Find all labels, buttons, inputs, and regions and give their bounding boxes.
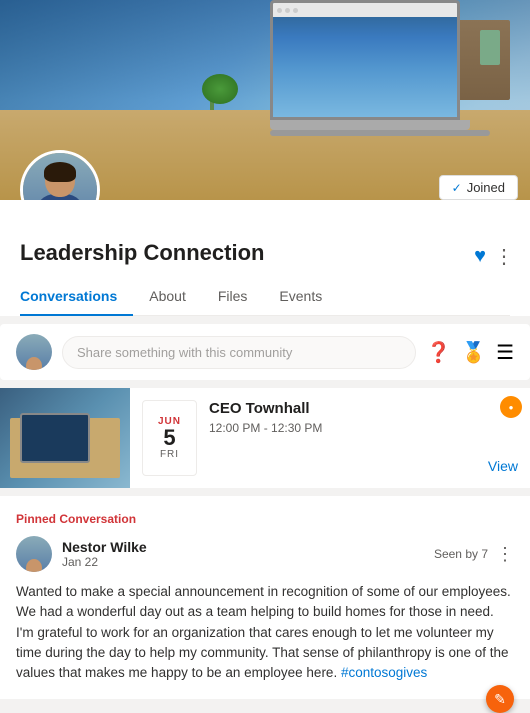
action-icons: ♥ ⋮: [474, 244, 514, 269]
event-card: JUN 5 FRI CEO Townhall 12:00 PM - 12:30 …: [0, 388, 530, 488]
avatar-inner: [23, 153, 97, 200]
author-info: Nestor Wilke Jan 22: [62, 539, 147, 569]
joined-button[interactable]: ✓ Joined: [439, 175, 518, 200]
compose-button[interactable]: ✎: [486, 685, 514, 713]
pin-icon[interactable]: 🏅: [461, 340, 486, 365]
hashtag-link[interactable]: #contosogives: [341, 665, 427, 680]
post-body: Wanted to make a special announcement in…: [16, 582, 514, 683]
avatar: [20, 150, 100, 200]
pinned-label: Pinned Conversation: [16, 512, 514, 526]
avatar-head: [45, 162, 75, 197]
tab-files[interactable]: Files: [202, 278, 264, 316]
check-icon: ✓: [452, 181, 462, 195]
tab-about[interactable]: About: [133, 278, 202, 316]
community-title: Leadership Connection: [20, 240, 510, 266]
event-date-box: JUN 5 FRI: [142, 400, 197, 476]
avatar-mini-head: [26, 357, 42, 370]
live-icon: ●: [509, 403, 514, 412]
share-bar: Share something with this community ❓ 🏅 …: [0, 324, 530, 380]
tab-conversations[interactable]: Conversations: [20, 278, 133, 316]
more-options-icon[interactable]: ⋮: [494, 244, 514, 269]
heart-icon[interactable]: ♥: [474, 245, 486, 268]
post-more-icon[interactable]: ⋮: [496, 544, 514, 565]
author-head: [26, 559, 42, 572]
event-row: JUN 5 FRI CEO Townhall 12:00 PM - 12:30 …: [0, 388, 530, 488]
view-button[interactable]: View: [488, 458, 518, 474]
tabs-nav: Conversations About Files Events: [20, 278, 510, 316]
avatar-mini: [16, 334, 52, 370]
event-time: 12:00 PM - 12:30 PM: [209, 421, 464, 435]
tab-events[interactable]: Events: [263, 278, 338, 316]
event-img-laptop: [20, 413, 90, 463]
live-badge: ●: [500, 396, 522, 418]
avatar-hair: [44, 162, 76, 182]
event-weekday: FRI: [160, 449, 179, 460]
post-date: Jan 22: [62, 555, 147, 569]
event-title: CEO Townhall: [209, 400, 464, 417]
author-avatar-inner: [16, 536, 52, 572]
event-day: 5: [163, 427, 175, 449]
author-avatar: [16, 536, 52, 572]
seen-label: Seen by 7: [434, 547, 488, 561]
qa-icon[interactable]: ❓: [426, 340, 451, 365]
seen-count-area: Seen by 7 ⋮: [434, 544, 514, 565]
joined-label: Joined: [467, 180, 505, 195]
list-icon[interactable]: ☰: [496, 340, 514, 365]
event-image: [0, 388, 130, 488]
user-avatar-share: [16, 334, 52, 370]
edit-icon: ✎: [494, 691, 506, 708]
post-text: Wanted to make a special announcement in…: [16, 584, 511, 680]
share-input[interactable]: Share something with this community: [62, 336, 416, 369]
event-info: CEO Townhall 12:00 PM - 12:30 PM: [197, 388, 476, 488]
avatar-person: [30, 157, 90, 200]
pinned-section: Pinned Conversation Nestor Wilke Jan 22 …: [0, 496, 530, 699]
hero-banner: ✓ Joined: [0, 0, 530, 200]
share-action-icons: ❓ 🏅 ☰: [426, 340, 514, 365]
conversation-header: Nestor Wilke Jan 22 Seen by 7 ⋮: [16, 536, 514, 572]
author-name: Nestor Wilke: [62, 539, 147, 555]
laptop-decoration: [270, 0, 470, 140]
info-section: Leadership Connection ♥ ⋮ Conversations …: [0, 200, 530, 316]
